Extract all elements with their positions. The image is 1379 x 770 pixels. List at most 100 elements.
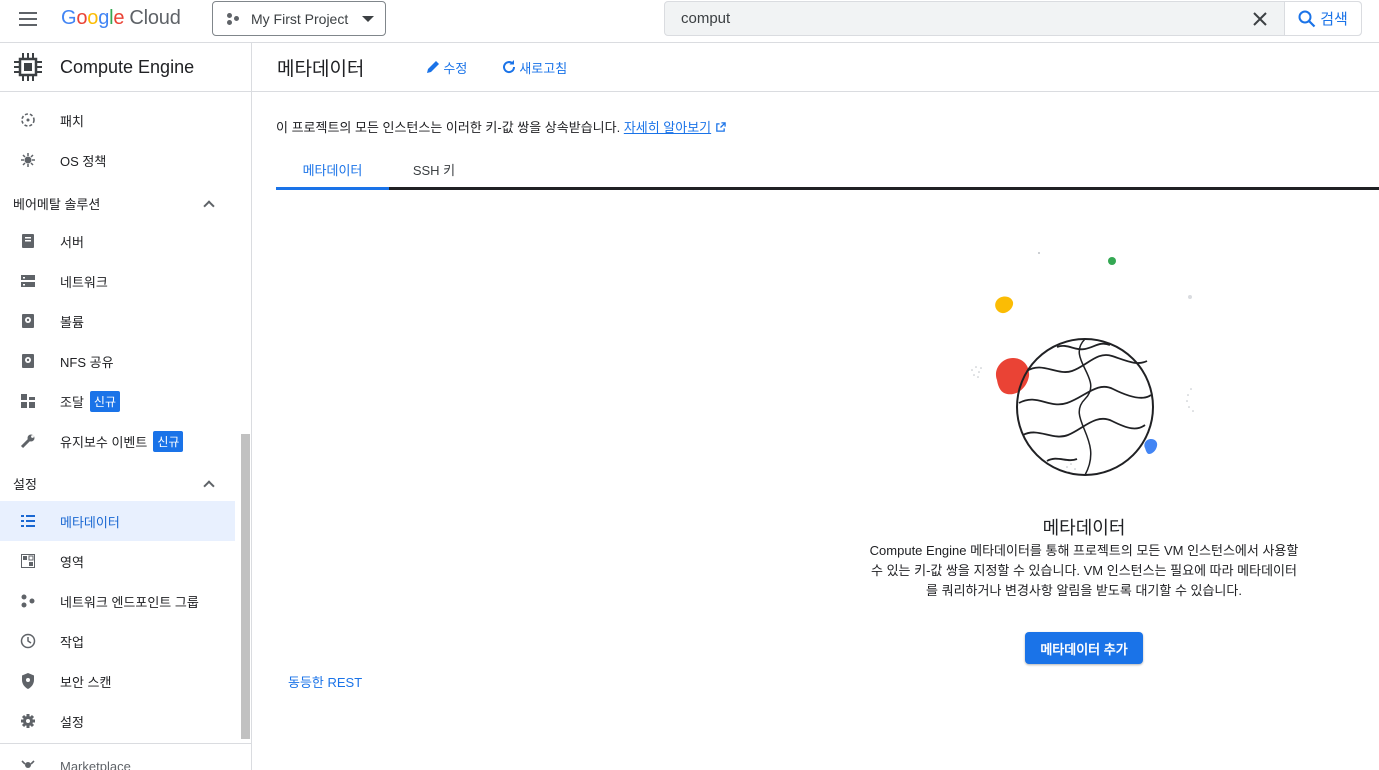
- sidebar-item-maintenance-events[interactable]: 유지보수 이벤트 신규: [0, 421, 235, 461]
- sidebar-item-operations[interactable]: 작업: [0, 621, 235, 661]
- patch-icon: [20, 112, 36, 128]
- sidebar-footer: Marketplace: [0, 743, 251, 770]
- sidebar-item-settings[interactable]: 설정: [0, 701, 235, 741]
- edit-button-label: 수정: [443, 60, 468, 76]
- project-icon: [226, 11, 242, 27]
- section-baremetal-toggle[interactable]: 베어메탈 솔루션: [0, 183, 235, 223]
- search-bar: 검색: [664, 1, 1362, 36]
- chevron-up-icon: [203, 199, 215, 212]
- sidebar-item-label: 보안 스캔: [60, 674, 112, 690]
- top-bar: GoogleCloud My First Project 검색: [0, 0, 1379, 43]
- product-header[interactable]: Compute Engine: [0, 43, 251, 92]
- edit-button[interactable]: 수정: [425, 58, 467, 77]
- sidebar-item-security-scan[interactable]: 보안 스캔: [0, 661, 235, 701]
- tab-ssh-keys[interactable]: SSH 키: [389, 152, 479, 187]
- sidebar-item-label: NFS 공유: [60, 354, 114, 370]
- sidebar-item-label: 유지보수 이벤트: [60, 434, 148, 450]
- sidebar-item-label: 네트워크: [60, 274, 108, 290]
- empty-desc-line: 를 쿼리하거나 변경사항 알림을 받도록 대기할 수 있습니다.: [926, 583, 1242, 598]
- sidebar-item-volume[interactable]: 볼륨: [0, 301, 235, 341]
- page-description: 이 프로젝트의 모든 인스턴스는 이러한 키-값 쌍을 상속받습니다. 자세히 …: [276, 117, 726, 136]
- tab-label: SSH 키: [412, 163, 456, 178]
- project-picker[interactable]: My First Project: [212, 1, 386, 36]
- procurement-icon: [20, 393, 36, 409]
- endpoint-group-icon: [20, 593, 36, 609]
- google-cloud-logo[interactable]: Google Cloud: [61, 7, 181, 30]
- sidebar-item-nfs-share[interactable]: NFS 공유: [0, 341, 235, 381]
- empty-desc-line: 수 있는 키-값 쌍을 지정할 수 있습니다. VM 인스턴스는 필요에 따라 …: [871, 563, 1297, 578]
- section-settings-toggle[interactable]: 설정: [0, 463, 235, 503]
- page-title: 메타데이터: [277, 58, 365, 80]
- sidebar-item-label: Marketplace: [60, 758, 131, 770]
- sidebar-item-label: 메타데이터: [60, 514, 120, 530]
- tab-label: 메타데이터: [302, 163, 363, 178]
- equivalent-rest-link[interactable]: 동등한 REST: [288, 672, 362, 691]
- product-name: Compute Engine: [60, 56, 195, 77]
- search-button-label: 검색: [1320, 11, 1348, 28]
- section-label: 베어메탈 솔루션: [13, 196, 101, 212]
- search-icon: [1298, 10, 1316, 27]
- sidebar-scrollbar[interactable]: [241, 434, 250, 739]
- new-badge: 신규: [89, 390, 121, 412]
- zones-icon: [20, 553, 36, 569]
- globe-illustration: [971, 252, 1194, 476]
- sidebar-item-network[interactable]: 네트워크: [0, 261, 235, 301]
- sidebar-item-marketplace[interactable]: Marketplace: [0, 748, 235, 770]
- chevron-up-icon: [203, 479, 215, 492]
- network-icon: [20, 273, 36, 289]
- empty-desc-line: Compute Engine 메타데이터를 통해 프로젝트의 모든 VM 인스턴…: [869, 543, 1299, 558]
- main-menu-button[interactable]: [14, 8, 42, 32]
- metadata-icon: [20, 513, 36, 529]
- hamburger-icon: [19, 12, 37, 14]
- learn-more-label: 자세히 알아보기: [623, 120, 712, 135]
- caret-down-icon: [362, 15, 375, 22]
- page-header: 메타데이터 수정 새로고침: [252, 43, 1379, 92]
- refresh-button[interactable]: 새로고침: [501, 58, 567, 77]
- sidebar-item-label: 설정: [60, 714, 84, 730]
- sidebar-item-metadata[interactable]: 메타데이터: [0, 501, 235, 541]
- sidebar-item-endpoint-groups[interactable]: 네트워크 엔드포인트 그룹: [0, 581, 235, 621]
- sidebar-item-os-policy[interactable]: OS 정책: [0, 140, 235, 180]
- volume-icon: [20, 313, 36, 329]
- project-name: My First Project: [251, 10, 349, 27]
- new-badge: 신규: [153, 430, 184, 452]
- empty-state-description: Compute Engine 메타데이터를 통해 프로젝트의 모든 VM 인스턴…: [852, 541, 1316, 601]
- sidebar-item-patch[interactable]: 패치: [0, 100, 235, 140]
- sidebar-item-label: 서버: [60, 234, 84, 250]
- clock-icon: [20, 633, 36, 649]
- server-icon: [20, 233, 36, 249]
- sidebar-item-procurement[interactable]: 조달 신규: [0, 381, 235, 421]
- search-button[interactable]: 검색: [1284, 2, 1361, 35]
- wrench-icon: [20, 433, 36, 449]
- refresh-button-label: 새로고침: [519, 60, 568, 76]
- logo-cloud-text: Cloud: [129, 7, 181, 29]
- sidebar-item-label: 네트워크 엔드포인트 그룹: [60, 594, 199, 610]
- sidebar-item-label: OS 정책: [60, 153, 107, 169]
- refresh-icon: [503, 60, 516, 74]
- clear-search-button[interactable]: [1236, 2, 1284, 35]
- add-metadata-button[interactable]: 메타데이터 추가: [1025, 632, 1143, 664]
- tab-metadata[interactable]: 메타데이터: [276, 152, 389, 190]
- empty-state-title: 메타데이터: [1042, 518, 1126, 538]
- learn-more-link[interactable]: 자세히 알아보기: [624, 120, 711, 135]
- section-label: 설정: [13, 476, 37, 492]
- tab-bar: 메타데이터 SSH 키: [276, 152, 1379, 190]
- external-link-icon: [715, 122, 726, 132]
- sidebar-item-zones[interactable]: 영역: [0, 541, 235, 581]
- search-input[interactable]: [665, 2, 1236, 35]
- gear-icon: [20, 713, 36, 729]
- sidebar-item-label: 조달: [60, 394, 84, 410]
- compute-engine-icon: [14, 53, 42, 81]
- nfs-share-icon: [20, 353, 36, 369]
- marketplace-icon: [20, 758, 36, 770]
- sidebar-item-server[interactable]: 서버: [0, 221, 235, 261]
- sidebar-item-label: 작업: [60, 634, 84, 650]
- os-policy-icon: [20, 152, 36, 168]
- sidebar: Compute Engine 패치 OS 정책 베어메탈 솔루션 서버 네트워크…: [0, 43, 252, 770]
- sidebar-item-label: 영역: [60, 554, 84, 570]
- shield-icon: [20, 673, 36, 689]
- close-icon: [1253, 11, 1267, 26]
- main-content: 메타데이터 수정 새로고침 이 프로젝트의 모든 인스턴스는 이러한 키-값 쌍…: [252, 43, 1379, 770]
- sidebar-item-label: 패치: [60, 113, 84, 129]
- pencil-icon: [427, 61, 440, 73]
